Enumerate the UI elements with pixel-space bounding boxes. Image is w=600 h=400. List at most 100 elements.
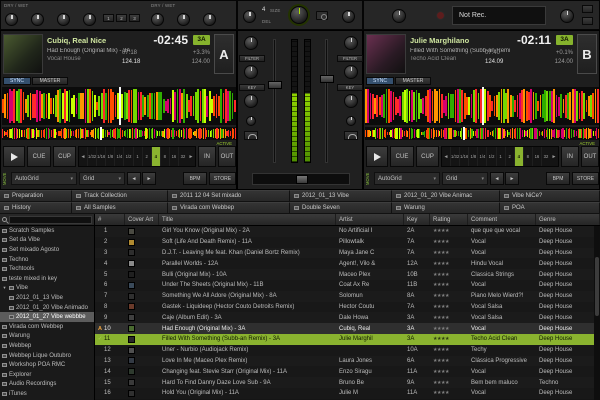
track-row-15[interactable]: 15 Hard To Find Danny Daze Love Sub - 9A B… — [95, 377, 600, 388]
tab-warung[interactable]: Warung — [392, 202, 500, 214]
deck-b-volume-fader[interactable] — [320, 39, 334, 163]
deck-a-headphone-cue-button[interactable] — [244, 131, 258, 140]
crossfader-handle[interactable] — [296, 175, 308, 184]
tab-poa[interactable]: POA — [500, 202, 600, 214]
deck-a-stripe-overview[interactable] — [2, 127, 236, 140]
sidebar-item-techtools[interactable]: Techtools — [0, 264, 94, 274]
deck-b-gain-knob[interactable] — [344, 36, 358, 50]
deck-b-move-right-button[interactable]: ► — [505, 172, 519, 185]
deck-b-key-button[interactable]: KEY — [337, 84, 363, 91]
loop-size-1-2[interactable]: 1/2 — [486, 147, 495, 166]
loop-size-8[interactable]: 8 — [159, 147, 169, 166]
loop-size-1-32[interactable]: 1/32 — [87, 147, 96, 166]
track-row-16[interactable]: 16 Hold You (Original Mix) - 11A Julie M 11… — [95, 387, 600, 399]
deck-a-key-button[interactable]: KEY — [239, 84, 265, 91]
sidebar-item-explorer[interactable]: Explorer — [0, 370, 94, 380]
tab-2011-12-04-set-mixado[interactable]: 2011 12 04 Set mixado — [168, 190, 290, 202]
loop-size-1-16[interactable]: 1/16 — [96, 147, 105, 166]
track-row-14[interactable]: 14 Changing feat. Stevie Starr (Original … — [95, 366, 600, 378]
loop-size-1-8[interactable]: 1/8 — [105, 147, 114, 166]
loop-size-1-32[interactable]: 1/32 — [450, 147, 459, 166]
loop-grow-icon[interactable]: ► — [550, 147, 558, 166]
window-control[interactable] — [582, 17, 593, 25]
column-header-key[interactable]: Key — [404, 214, 430, 225]
recorder-gain-knob[interactable] — [392, 9, 406, 23]
track-row-11[interactable]: ✓ 11 Filled With Something (Subb-an Remix)… — [95, 333, 600, 345]
sidebar-item-audio-recordings[interactable]: Audio Recordings — [0, 380, 94, 390]
booth-volume-knob[interactable] — [342, 10, 355, 23]
sidebar-item-techno[interactable]: Techno — [0, 255, 94, 265]
master-drywet-knob[interactable] — [243, 10, 256, 23]
recorder-level-knob[interactable] — [560, 9, 574, 23]
fx-drywet-knob[interactable] — [5, 13, 18, 26]
loop-size-1[interactable]: 1 — [132, 147, 142, 166]
camera-icon[interactable] — [316, 11, 328, 20]
deck-a-cup-button[interactable]: CUP — [53, 146, 76, 167]
fx2-knob-1[interactable] — [177, 13, 190, 26]
track-list-scrollbar[interactable] — [594, 226, 600, 400]
column-header-title[interactable]: Title — [159, 214, 336, 225]
deck-a-pan-knob[interactable] — [246, 116, 256, 126]
deck-b-waveform[interactable] — [365, 87, 599, 125]
deck-b-sync-button[interactable]: SYNC — [366, 77, 394, 85]
fx-knob-1[interactable] — [31, 13, 44, 26]
loop-size-4[interactable]: 4 — [150, 147, 160, 166]
record-button[interactable] — [436, 11, 445, 20]
loop-size-32[interactable]: 32 — [540, 147, 550, 166]
loop-size-16[interactable]: 16 — [168, 147, 178, 166]
deck-b-stripe-overview[interactable] — [365, 127, 599, 140]
fader-handle[interactable] — [268, 81, 282, 89]
sidebar-item-2012-01-27-vibe-webbbe[interactable]: 2012_01_27 Vibe webbbe — [0, 312, 94, 322]
tab-2012-01-13-vibe[interactable]: 2012_01_13 Vibe — [290, 190, 392, 202]
fx-button-2[interactable]: 2 — [116, 14, 127, 22]
sidebar-item-webbep-lique-outubro[interactable]: Webbep Lique Outubro — [0, 351, 94, 361]
fx-knob-3[interactable] — [83, 13, 96, 26]
deck-a-move-left-button[interactable]: ◄ — [127, 172, 141, 185]
loop-size-1-2[interactable]: 1/2 — [123, 147, 132, 166]
track-row-2[interactable]: 2 Soft (Life And Death Remix) - 11A Pillow… — [95, 236, 600, 248]
track-row-6[interactable]: 6 Under The Sheets (Original Mix) - 11B Co… — [95, 279, 600, 291]
recorder-cut-button[interactable] — [582, 5, 593, 13]
track-row-3[interactable]: 3 D.J.T. - Leaving Me feat. Khan (Daniel … — [95, 247, 600, 259]
track-row-1[interactable]: 1 Girl You Know (Original Mix) - 2A No Art… — [95, 226, 600, 237]
loop-shrink-icon[interactable]: ◄ — [442, 147, 450, 166]
deck-a-master-button[interactable]: MASTER — [32, 77, 68, 85]
deck-a-grid-size-dropdown[interactable]: Grid ▾ — [79, 172, 125, 185]
deck-b-headphone-cue-button[interactable] — [344, 131, 358, 140]
sidebar-item-workshop-poa-rmc[interactable]: Workshop POA RMC — [0, 360, 94, 370]
sidebar-item-vibe[interactable]: ▾ Vibe — [0, 284, 94, 294]
sidebar-item-virada-com-webbep[interactable]: Virada com Webbep — [0, 322, 94, 332]
loop-size-1-16[interactable]: 1/16 — [459, 147, 468, 166]
track-row-4[interactable]: 4 Parallel Worlds - 12A Agent!, Vilo & 12A ★… — [95, 258, 600, 270]
sidebar-item-set-mixado-agosto[interactable]: Set mixado Agosto — [0, 245, 94, 255]
deck-b-pan-knob[interactable] — [346, 116, 356, 126]
sidebar-item-teste-mixed-in-key[interactable]: teste mixed in key — [0, 274, 94, 284]
tab-track-collection[interactable]: Track Collection — [72, 190, 168, 202]
sidebar-item-set-da-vibe[interactable]: Set da Vibe — [0, 236, 94, 246]
sidebar-item-webbep[interactable]: Webbep — [0, 341, 94, 351]
deck-a-gain-knob[interactable] — [244, 36, 258, 50]
track-row-10[interactable]: A 10 Had Enough (Original Mix) - 3A Cubiq, … — [95, 323, 600, 334]
deck-b-loop-size-strip[interactable]: ◄ 1/32 1/16 1/8 1/4 1/2 1 2 4 8 16 32 ► — [441, 146, 559, 167]
deck-b-store-button[interactable]: STORE — [572, 172, 599, 185]
sidebar-item-2012-01-20-vibe-animado[interactable]: 2012_01_20 Vibe Animado — [0, 303, 94, 313]
crossfader[interactable] — [252, 173, 350, 185]
track-row-13[interactable]: 13 Love In Me (Maceo Plex Remix) Laura Jon… — [95, 355, 600, 367]
deck-a-grid-mode-dropdown[interactable]: AutoGrid ▾ — [11, 172, 77, 185]
track-row-9[interactable]: 9 Caje (Album Edit) - 3A Dale Howa 3A ★★★★ Vo… — [95, 312, 600, 324]
deck-a-filter-knob[interactable] — [244, 65, 258, 79]
loop-shrink-icon[interactable]: ◄ — [79, 147, 87, 166]
track-row-12[interactable]: 12 Uner - Nurbio (Audiojack Remix) 10A ★★★★… — [95, 344, 600, 356]
deck-b-key-knob[interactable] — [344, 94, 358, 108]
deck-a-bpm-button[interactable]: BPM — [183, 172, 207, 185]
column-header-comment[interactable]: Comment — [468, 214, 536, 225]
deck-a-cue-button[interactable]: CUE — [27, 146, 51, 167]
deck-b-grid-size-dropdown[interactable]: Grid ▾ — [442, 172, 488, 185]
track-row-7[interactable]: 7 Something We All Adore (Original Mix) -… — [95, 290, 600, 302]
deck-a-key-knob[interactable] — [244, 94, 258, 108]
tab-2012-01-20-vibe-animac[interactable]: 2012_01_20 Vibe Animac — [392, 190, 500, 202]
loop-size-1[interactable]: 1 — [495, 147, 505, 166]
loop-size-16[interactable]: 16 — [531, 147, 541, 166]
loop-size-2[interactable]: 2 — [141, 147, 151, 166]
track-row-5[interactable]: 5 Bulli (Original Mix) - 10A Maceo Plex 10B… — [95, 269, 600, 280]
